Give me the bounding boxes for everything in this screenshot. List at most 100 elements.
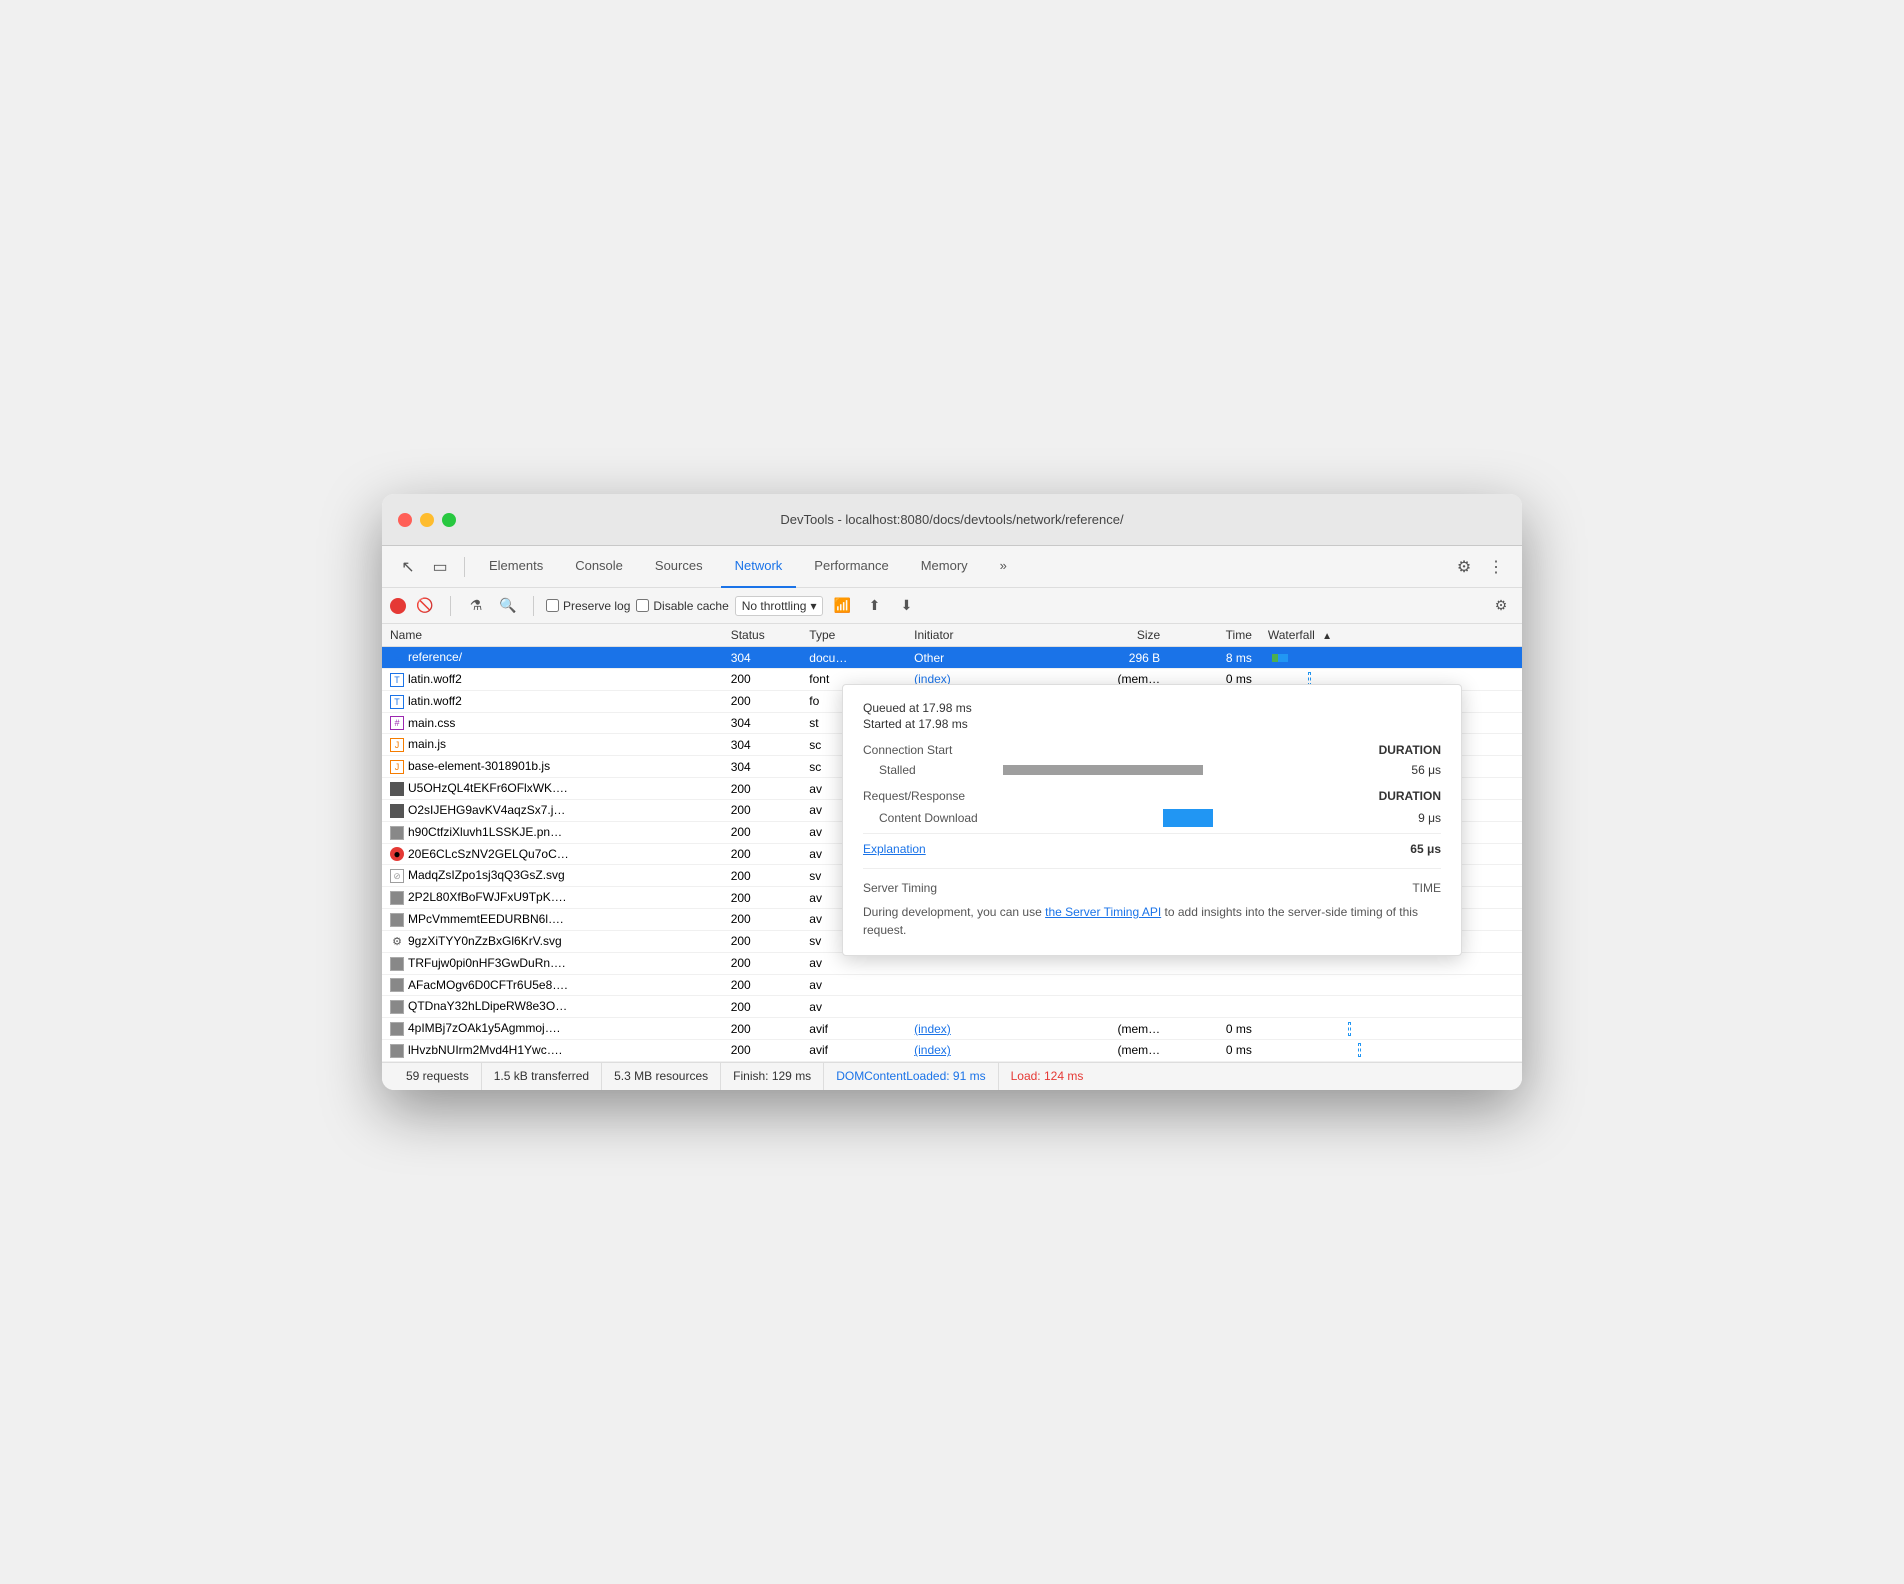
cell-status: 200 xyxy=(723,952,802,974)
server-timing-label: Server Timing xyxy=(863,881,937,895)
cell-time: 0 ms xyxy=(1168,1018,1260,1040)
tab-console[interactable]: Console xyxy=(561,546,637,588)
cell-name: AFacMOgv6D0CFTr6U5e8…. xyxy=(382,974,723,996)
inspect-icon-button[interactable]: ↖ xyxy=(394,553,422,581)
cell-initiator: (index) xyxy=(906,1018,1063,1040)
transferred-size: 1.5 kB transferred xyxy=(482,1063,602,1090)
stalled-item: Stalled 56 μs xyxy=(863,763,1441,777)
toolbar-right: ⚙ ⋮ xyxy=(1450,553,1510,581)
img-icon xyxy=(390,978,404,992)
img-icon xyxy=(390,1022,404,1036)
wifi-icon-button[interactable]: 📶 xyxy=(829,593,855,619)
preserve-log-checkbox[interactable] xyxy=(546,599,559,612)
cell-name: #main.css xyxy=(382,712,723,734)
col-header-initiator[interactable]: Initiator xyxy=(906,624,1063,647)
cell-size: 296 B xyxy=(1063,647,1168,669)
img-icon xyxy=(390,782,404,796)
cell-status: 200 xyxy=(723,1040,802,1062)
img-icon xyxy=(390,826,404,840)
stalled-bar-container xyxy=(1003,765,1381,775)
preserve-log-label[interactable]: Preserve log xyxy=(546,599,630,613)
tab-sources[interactable]: Sources xyxy=(641,546,717,588)
cell-waterfall xyxy=(1260,1040,1522,1062)
cell-name: O2sIJEHG9avKV4aqzSx7.j… xyxy=(382,799,723,821)
toolbar-separator-1 xyxy=(464,557,465,577)
tab-elements[interactable]: Elements xyxy=(475,546,557,588)
explanation-link[interactable]: Explanation xyxy=(863,842,926,856)
cell-waterfall xyxy=(1260,647,1522,669)
cell-size xyxy=(1063,974,1168,996)
started-at-row: Started at 17.98 ms xyxy=(863,717,1441,731)
cell-status: 304 xyxy=(723,756,802,778)
cell-name: 2P2L80XfBoFWJFxU9TpK…. xyxy=(382,887,723,909)
server-timing-api-link[interactable]: the Server Timing API xyxy=(1045,905,1161,919)
stalled-bar xyxy=(1003,765,1203,775)
sort-arrow: ▲ xyxy=(1322,631,1332,642)
clear-button[interactable]: 🚫 xyxy=(412,593,438,619)
col-header-status[interactable]: Status xyxy=(723,624,802,647)
cell-name: h90CtfziXluvh1LSSKJE.pn… xyxy=(382,821,723,843)
col-header-type[interactable]: Type xyxy=(801,624,906,647)
preserve-log-text: Preserve log xyxy=(563,599,630,613)
cell-type: av xyxy=(801,996,906,1018)
device-icon-button[interactable]: ▭ xyxy=(426,553,454,581)
table-header: Name Status Type Initiator Size Time Wat… xyxy=(382,624,1522,647)
table-row[interactable]: 4pIMBj7zOAk1y5Agmmoj…. 200 avif (index) … xyxy=(382,1018,1522,1040)
devtools-window: DevTools - localhost:8080/docs/devtools/… xyxy=(382,494,1522,1090)
started-at-text: Started at 17.98 ms xyxy=(863,717,968,731)
cell-status: 200 xyxy=(723,821,802,843)
maximize-button[interactable] xyxy=(442,513,456,527)
connection-start-label: Connection Start xyxy=(863,743,952,757)
cell-initiator xyxy=(906,974,1063,996)
cell-size: (mem… xyxy=(1063,1040,1168,1062)
net-settings-button[interactable]: ⚙ xyxy=(1488,593,1514,619)
search-button[interactable]: 🔍 xyxy=(495,593,521,619)
queued-at-row: Queued at 17.98 ms xyxy=(863,701,1441,715)
font-icon: T xyxy=(390,673,404,687)
initiator-link[interactable]: (index) xyxy=(914,1043,951,1057)
col-header-name[interactable]: Name xyxy=(382,624,723,647)
filter-button[interactable]: ⚗ xyxy=(463,593,489,619)
cell-status: 200 xyxy=(723,974,802,996)
cell-size xyxy=(1063,996,1168,1018)
duration-label-2: DURATION xyxy=(1379,789,1441,803)
settings-icon-button[interactable]: ⚙ xyxy=(1450,553,1478,581)
content-download-duration: 9 μs xyxy=(1381,811,1441,825)
upload-icon-button[interactable]: ⬆ xyxy=(861,593,887,619)
table-row[interactable]: AFacMOgv6D0CFTr6U5e8…. 200 av xyxy=(382,974,1522,996)
tab-more[interactable]: » xyxy=(986,546,1021,588)
disable-cache-checkbox[interactable] xyxy=(636,599,649,612)
throttle-selector[interactable]: No throttling ▾ xyxy=(735,596,824,616)
table-row[interactable]: ≡reference/ 304 docu… Other 296 B 8 ms xyxy=(382,647,1522,669)
table-row[interactable]: lHvzbNUIrm2Mvd4H1Ywc…. 200 avif (index) … xyxy=(382,1040,1522,1062)
tab-network[interactable]: Network xyxy=(721,546,797,588)
window-title: DevTools - localhost:8080/docs/devtools/… xyxy=(780,512,1123,527)
js-icon: J xyxy=(390,738,404,752)
tab-performance[interactable]: Performance xyxy=(800,546,902,588)
cell-status: 200 xyxy=(723,668,802,690)
download-icon-button[interactable]: ⬇ xyxy=(893,593,919,619)
tab-memory[interactable]: Memory xyxy=(907,546,982,588)
network-toolbar: 🚫 ⚗ 🔍 Preserve log Disable cache No thro… xyxy=(382,588,1522,624)
close-button[interactable] xyxy=(398,513,412,527)
record-button[interactable] xyxy=(390,598,406,614)
minimize-button[interactable] xyxy=(420,513,434,527)
network-table-container: Name Status Type Initiator Size Time Wat… xyxy=(382,624,1522,1062)
table-row[interactable]: QTDnaY32hLDipeRW8e3O… 200 av xyxy=(382,996,1522,1018)
cell-time: 8 ms xyxy=(1168,647,1260,669)
cell-status: 200 xyxy=(723,996,802,1018)
cell-status: 200 xyxy=(723,909,802,931)
cell-status: 200 xyxy=(723,690,802,712)
titlebar: DevTools - localhost:8080/docs/devtools/… xyxy=(382,494,1522,546)
cell-time xyxy=(1168,974,1260,996)
col-header-waterfall[interactable]: Waterfall ▲ xyxy=(1260,624,1522,647)
img-icon xyxy=(390,804,404,818)
waterfall-blue xyxy=(1278,654,1288,662)
cell-time xyxy=(1168,996,1260,1018)
cell-status: 304 xyxy=(723,647,802,669)
disable-cache-label[interactable]: Disable cache xyxy=(636,599,728,613)
col-header-size[interactable]: Size xyxy=(1063,624,1168,647)
initiator-link[interactable]: (index) xyxy=(914,1022,951,1036)
more-icon-button[interactable]: ⋮ xyxy=(1482,553,1510,581)
col-header-time[interactable]: Time xyxy=(1168,624,1260,647)
